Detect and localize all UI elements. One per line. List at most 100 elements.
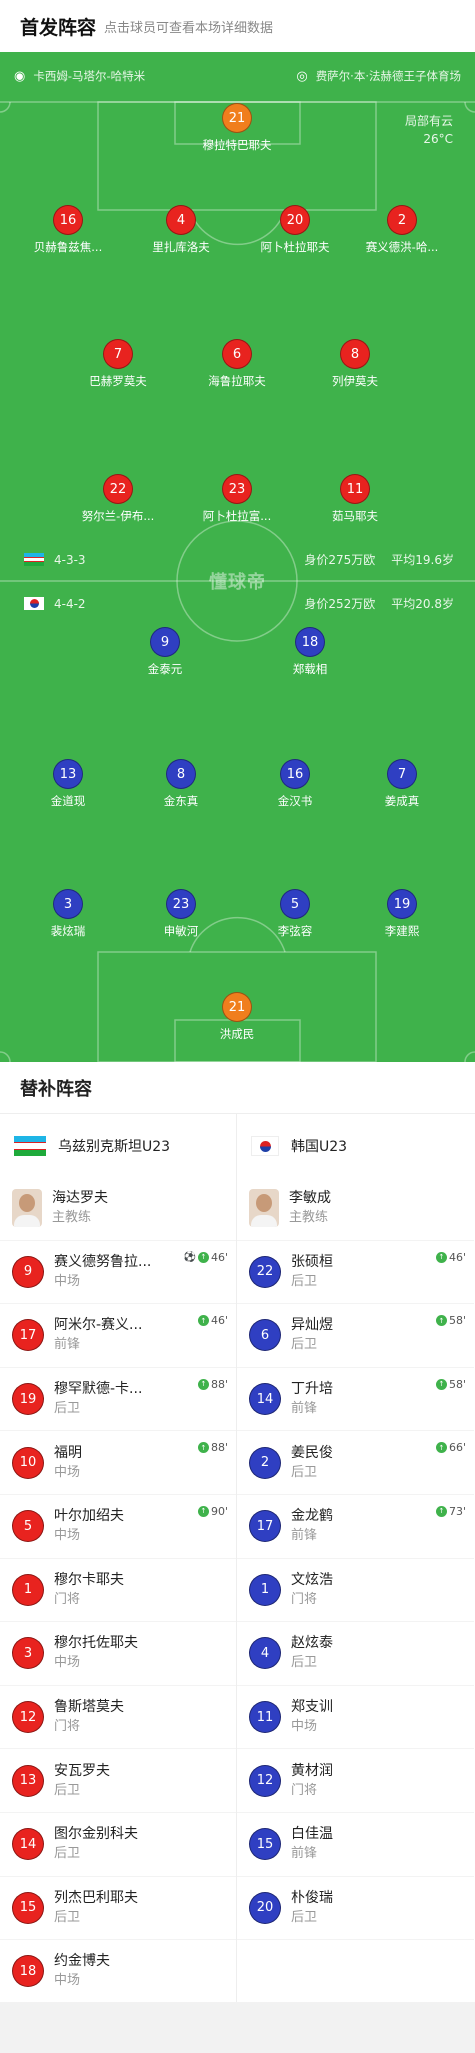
player-number: 8 — [166, 759, 196, 789]
sub-player-row[interactable]: 13 安瓦罗夫 后卫 — [0, 1749, 236, 1813]
sub-player-name: 白佳温 — [291, 1826, 333, 1843]
sub-event: ↑ 66' — [435, 1441, 466, 1455]
kor-player[interactable]: 13 金道现 — [13, 759, 123, 809]
uzb-player[interactable]: 4 里扎库洛夫 — [126, 205, 236, 255]
uzbekistan-flag-icon — [14, 1135, 46, 1156]
uzb-player[interactable]: 20 阿卜杜拉耶夫 — [240, 205, 350, 255]
coach-role: 主教练 — [52, 1210, 92, 1226]
kor-coach[interactable]: 李敏成 主教练 — [237, 1177, 474, 1241]
sub-player-row[interactable]: 15 列杰巴利耶夫 后卫 — [0, 1877, 236, 1941]
sub-player-row[interactable]: 10 福明 中场 ↑ 88' — [0, 1431, 236, 1495]
sub-player-position: 中场 — [291, 1719, 318, 1735]
sub-player-name: 金龙鹤 — [291, 1508, 333, 1525]
page-title: 首发阵容 — [20, 16, 97, 39]
sub-player-position: 中场 — [54, 1464, 81, 1480]
sub-player-row[interactable]: 2 姜民俊 后卫 ↑ 66' — [237, 1431, 474, 1495]
sub-player-name: 鲁斯塔莫夫 — [54, 1699, 124, 1716]
sub-player-row[interactable]: 19 穆罕默德-卡... 后卫 ↑ 88' — [0, 1368, 236, 1432]
kor-player[interactable]: 23 申敏河 — [126, 889, 236, 939]
sub-player-row[interactable]: 18 约金博夫 中场 — [0, 1940, 236, 2004]
stadium-icon: ◎ — [296, 68, 308, 84]
sub-event: ↑ 88' — [197, 1377, 228, 1391]
sub-player-row[interactable]: 17 阿米尔-赛义... 前锋 ↑ 46' — [0, 1304, 236, 1368]
sub-player-position: 中场 — [54, 1273, 81, 1289]
player-number: 2 — [387, 205, 417, 235]
sub-player-row[interactable]: 4 赵炫泰 后卫 — [237, 1622, 474, 1686]
player-name: 海鲁拉耶夫 — [208, 374, 266, 388]
player-name: 巴赫罗莫夫 — [89, 374, 147, 388]
sub-player-position: 后卫 — [291, 1655, 318, 1671]
uzb-player[interactable]: 11 茹马耶夫 — [300, 474, 410, 524]
sub-player-row[interactable]: 6 异灿煜 后卫 ↑ 58' — [237, 1304, 474, 1368]
sub-player-row[interactable]: 3 穆尔托佐耶夫 中场 — [0, 1622, 236, 1686]
uzb-player[interactable]: 22 努尔兰-伊布... — [63, 474, 173, 524]
sub-player-row[interactable]: 1 文炫浩 门将 — [237, 1559, 474, 1623]
page-hint: 点击球员可查看本场详细数据 — [104, 20, 274, 36]
sub-minute: 46' — [210, 1314, 228, 1328]
korea-flag-icon — [251, 1135, 279, 1156]
kor-subs-header: 韩国U23 — [237, 1114, 474, 1177]
kor-player[interactable]: 19 李建熙 — [347, 889, 457, 939]
sub-player-position: 后卫 — [54, 1909, 81, 1925]
uzb-player[interactable]: 16 贝赫鲁兹焦... — [13, 205, 123, 255]
sub-player-row[interactable]: 17 金龙鹤前锋 ↑ 73' — [237, 1495, 474, 1559]
sub-player-row[interactable]: 14 图尔金别科夫 后卫 — [0, 1813, 236, 1877]
goal-ball-icon: ⚽ — [183, 1251, 196, 1263]
sub-event: ⚽ ↑ 46' — [184, 1251, 228, 1264]
sub-player-position: 后卫 — [291, 1909, 318, 1925]
player-name: 努尔兰-伊布... — [81, 509, 155, 523]
sub-minute: 88' — [210, 1441, 228, 1455]
sub-player-number: 17 — [249, 1510, 281, 1543]
player-name: 金道现 — [50, 794, 86, 808]
uzb-player[interactable]: 21 穆拉特巴耶夫 — [182, 103, 292, 153]
player-number: 4 — [166, 205, 196, 235]
sub-minute: 58' — [448, 1314, 466, 1328]
kor-player[interactable]: 21 洪成民 — [182, 992, 292, 1042]
kor-player[interactable]: 8 金东真 — [126, 759, 236, 809]
sub-player-row[interactable]: 14 丁升培 前锋 ↑ 58' — [237, 1368, 474, 1432]
sub-player-name: 约金博夫 — [54, 1953, 110, 1970]
uzb-player[interactable]: 23 阿卜杜拉富... — [182, 474, 292, 524]
kor-team-name: 韩国U23 — [291, 1138, 348, 1155]
kor-player[interactable]: 3 裴炫瑞 — [13, 889, 123, 939]
sub-player-name: 阿米尔-赛义... — [54, 1317, 143, 1334]
sub-player-row[interactable]: 9 赛义德努鲁拉... 中场 ⚽ ↑ 46' — [0, 1241, 236, 1305]
sub-player-row[interactable]: 12 黄材润 门将 — [237, 1749, 474, 1813]
kor-player[interactable]: 18 郑载相 — [255, 627, 365, 677]
subs-title: 替补阵容 — [0, 1062, 475, 1114]
kor-player[interactable]: 5 李弦容 — [240, 889, 350, 939]
sub-player-position: 前锋 — [291, 1528, 318, 1544]
sub-player-number: 15 — [12, 1891, 44, 1924]
kor-player[interactable]: 16 金汉书 — [240, 759, 350, 809]
uzb-player[interactable]: 6 海鲁拉耶夫 — [182, 339, 292, 389]
sub-player-number: 3 — [12, 1637, 44, 1670]
sub-minute: 66' — [448, 1441, 466, 1455]
sub-player-row[interactable]: 12 鲁斯塔莫夫 门将 — [0, 1686, 236, 1750]
sub-player-name: 安瓦罗夫 — [54, 1762, 110, 1779]
sub-player-name: 异灿煜 — [291, 1317, 333, 1334]
sub-player-name: 郑支训 — [291, 1699, 333, 1716]
kor-subs-column: 韩国U23 李敏成 主教练 22 张硕桓 后卫 ↑ 46' 6 异灿煜 后卫 ↑ 58' 14 丁升培… — [237, 1114, 474, 2004]
coach-name: 海达罗夫 — [52, 1190, 108, 1207]
sub-player-row[interactable]: 1 穆尔卡耶夫 门将 — [0, 1559, 236, 1623]
sub-player-row[interactable]: 15 白佳温 前锋 — [237, 1813, 474, 1877]
sub-player-row[interactable]: 5 叶尔加绍夫 中场 ↑ 90' — [0, 1495, 236, 1559]
kor-player[interactable]: 9 金泰元 — [110, 627, 220, 677]
uzb-subs-header: 乌兹别克斯坦U23 — [0, 1114, 236, 1177]
sub-event: ↑ 73' — [435, 1505, 466, 1518]
uzb-coach[interactable]: 海达罗夫 主教练 — [0, 1177, 236, 1241]
coach-name: 李敏成 — [289, 1190, 331, 1207]
sub-player-row[interactable]: 11 郑支训 中场 — [237, 1686, 474, 1750]
uzb-player[interactable]: 8 列伊莫夫 — [300, 339, 410, 389]
uzb-player[interactable]: 2 赛义德洪-哈... — [347, 205, 457, 255]
kor-player[interactable]: 7 姜成真 — [347, 759, 457, 809]
sub-player-name: 穆罕默德-卡... — [54, 1381, 143, 1398]
player-number: 13 — [53, 759, 83, 789]
uzb-formation: 4-3-3 — [54, 552, 86, 567]
sub-player-row[interactable]: 22 张硕桓 后卫 ↑ 46' — [237, 1241, 474, 1305]
uzb-player[interactable]: 7 巴赫罗莫夫 — [63, 339, 173, 389]
sub-player-row[interactable]: 20 朴俊瑞 后卫 — [237, 1877, 474, 1941]
sub-player-position: 后卫 — [54, 1782, 81, 1798]
sub-minute: 88' — [210, 1377, 228, 1391]
player-number: 11 — [340, 474, 370, 504]
